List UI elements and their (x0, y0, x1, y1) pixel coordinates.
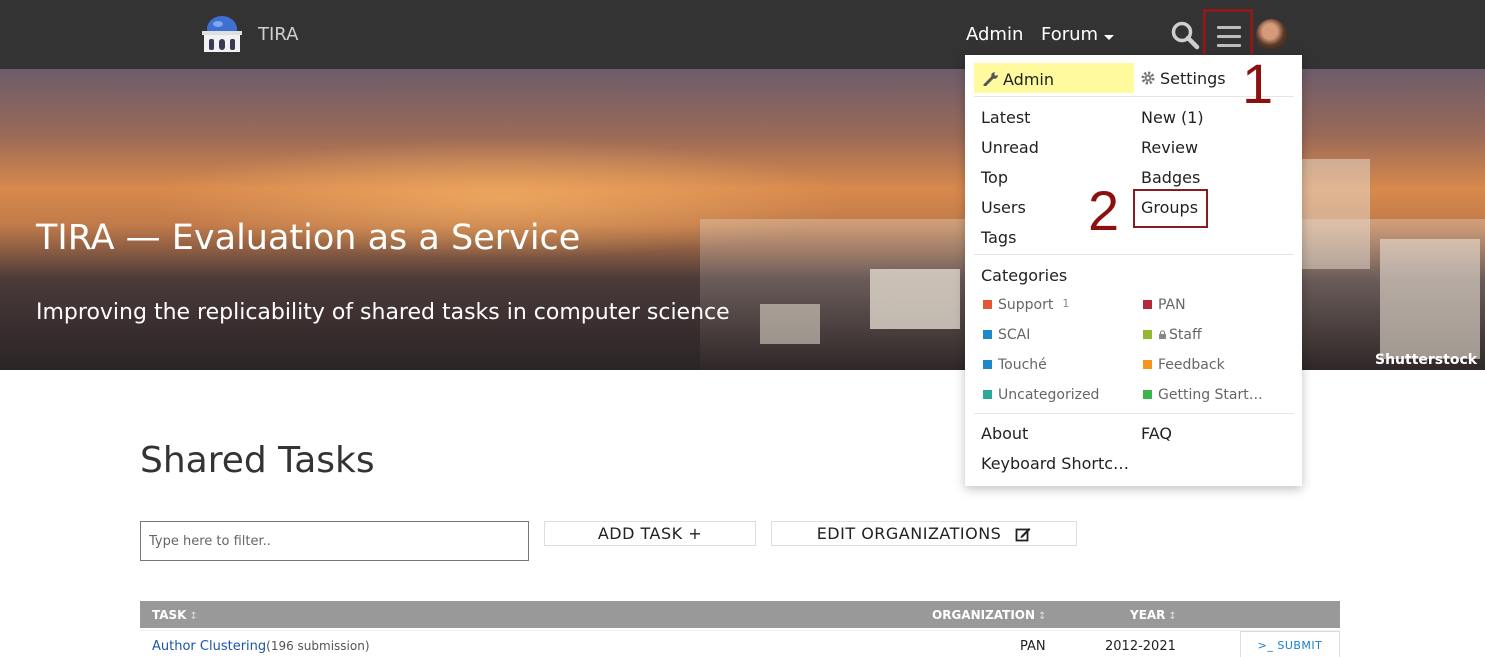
user-avatar[interactable] (1256, 19, 1287, 50)
menu-item-badges[interactable]: Badges (1141, 168, 1200, 187)
hero-subtitle: Improving the replicability of shared ta… (36, 300, 730, 325)
organization-cell: PAN (1020, 639, 1046, 654)
menu-item-admin[interactable]: Admin (974, 63, 1134, 93)
task-cell: Author Clustering(196 submission) (152, 639, 370, 654)
table-row: Author Clustering(196 submission) PAN 20… (140, 630, 1340, 657)
lock-icon (1159, 330, 1166, 339)
menu-item-keyboard-shortcuts[interactable]: Keyboard Shortc… (981, 454, 1129, 473)
category-touche[interactable]: Touché (983, 357, 1047, 373)
edit-icon (1015, 527, 1031, 541)
submit-button[interactable]: >_ SUBMIT (1240, 631, 1340, 657)
image-credit: Shutterstock (1375, 352, 1478, 368)
menu-item-about[interactable]: About (981, 424, 1028, 443)
menu-item-tags[interactable]: Tags (981, 228, 1016, 247)
tira-logo-icon[interactable] (201, 14, 243, 54)
category-scai[interactable]: SCAI (983, 327, 1030, 343)
search-icon[interactable] (1170, 20, 1200, 50)
menu-item-unread[interactable]: Unread (981, 138, 1039, 157)
category-uncategorized[interactable]: Uncategorized (983, 387, 1099, 403)
column-header-year[interactable]: YEAR ↕ (1130, 608, 1177, 622)
category-getting-started[interactable]: Getting Start… (1143, 387, 1263, 403)
column-header-task[interactable]: TASK ↕ (152, 608, 198, 622)
groups-highlight-box (1133, 189, 1208, 228)
wrench-icon (983, 72, 998, 86)
hamburger-dropdown-menu: Admin Settings Latest New (1) Unread Rev… (965, 55, 1302, 486)
annotation-number-2: 2 (1088, 179, 1120, 242)
menu-item-review[interactable]: Review (1141, 138, 1198, 157)
add-task-button[interactable]: ADD TASK + (544, 521, 756, 546)
edit-organizations-label: EDIT ORGANIZATIONS (816, 524, 1002, 543)
page-title: Shared Tasks (140, 440, 375, 481)
category-feedback[interactable]: Feedback (1143, 357, 1225, 373)
menu-item-top[interactable]: Top (981, 168, 1008, 187)
sort-icon[interactable]: ↕ (1038, 611, 1046, 622)
submission-count: (196 submission) (266, 639, 370, 653)
menu-item-settings[interactable]: Settings (1141, 69, 1226, 88)
year-cell: 2012-2021 (1105, 639, 1176, 654)
column-header-organization[interactable]: ORGANIZATION ↕ (932, 608, 1046, 622)
task-filter-input[interactable] (140, 521, 529, 561)
gear-icon (1141, 71, 1155, 85)
category-pan[interactable]: PAN (1143, 297, 1186, 313)
menu-item-new[interactable]: New (1) (1141, 108, 1204, 127)
chevron-down-icon[interactable] (1104, 35, 1114, 40)
edit-organizations-button[interactable]: EDIT ORGANIZATIONS (771, 521, 1077, 546)
hero-title: TIRA — Evaluation as a Service (36, 218, 581, 258)
tasks-table-header: TASK ↕ ORGANIZATION ↕ YEAR ↕ (140, 601, 1340, 628)
add-task-label: ADD TASK + (597, 524, 703, 543)
nav-admin-link[interactable]: Admin (966, 24, 1023, 45)
menu-item-latest[interactable]: Latest (981, 108, 1030, 127)
sort-icon[interactable]: ↕ (189, 611, 197, 622)
sort-icon[interactable]: ↕ (1168, 611, 1176, 622)
menu-item-faq[interactable]: FAQ (1141, 424, 1172, 443)
category-support[interactable]: Support 1 (983, 297, 1069, 313)
nav-forum-link[interactable]: Forum (1041, 24, 1098, 45)
menu-categories-heading[interactable]: Categories (981, 266, 1067, 285)
annotation-number-1: 1 (1242, 52, 1274, 115)
brand-name[interactable]: TIRA (258, 24, 298, 45)
category-staff[interactable]: Staff (1143, 327, 1202, 343)
category-count: 1 (1062, 297, 1070, 310)
task-link[interactable]: Author Clustering (152, 639, 266, 654)
menu-item-users[interactable]: Users (981, 198, 1026, 217)
